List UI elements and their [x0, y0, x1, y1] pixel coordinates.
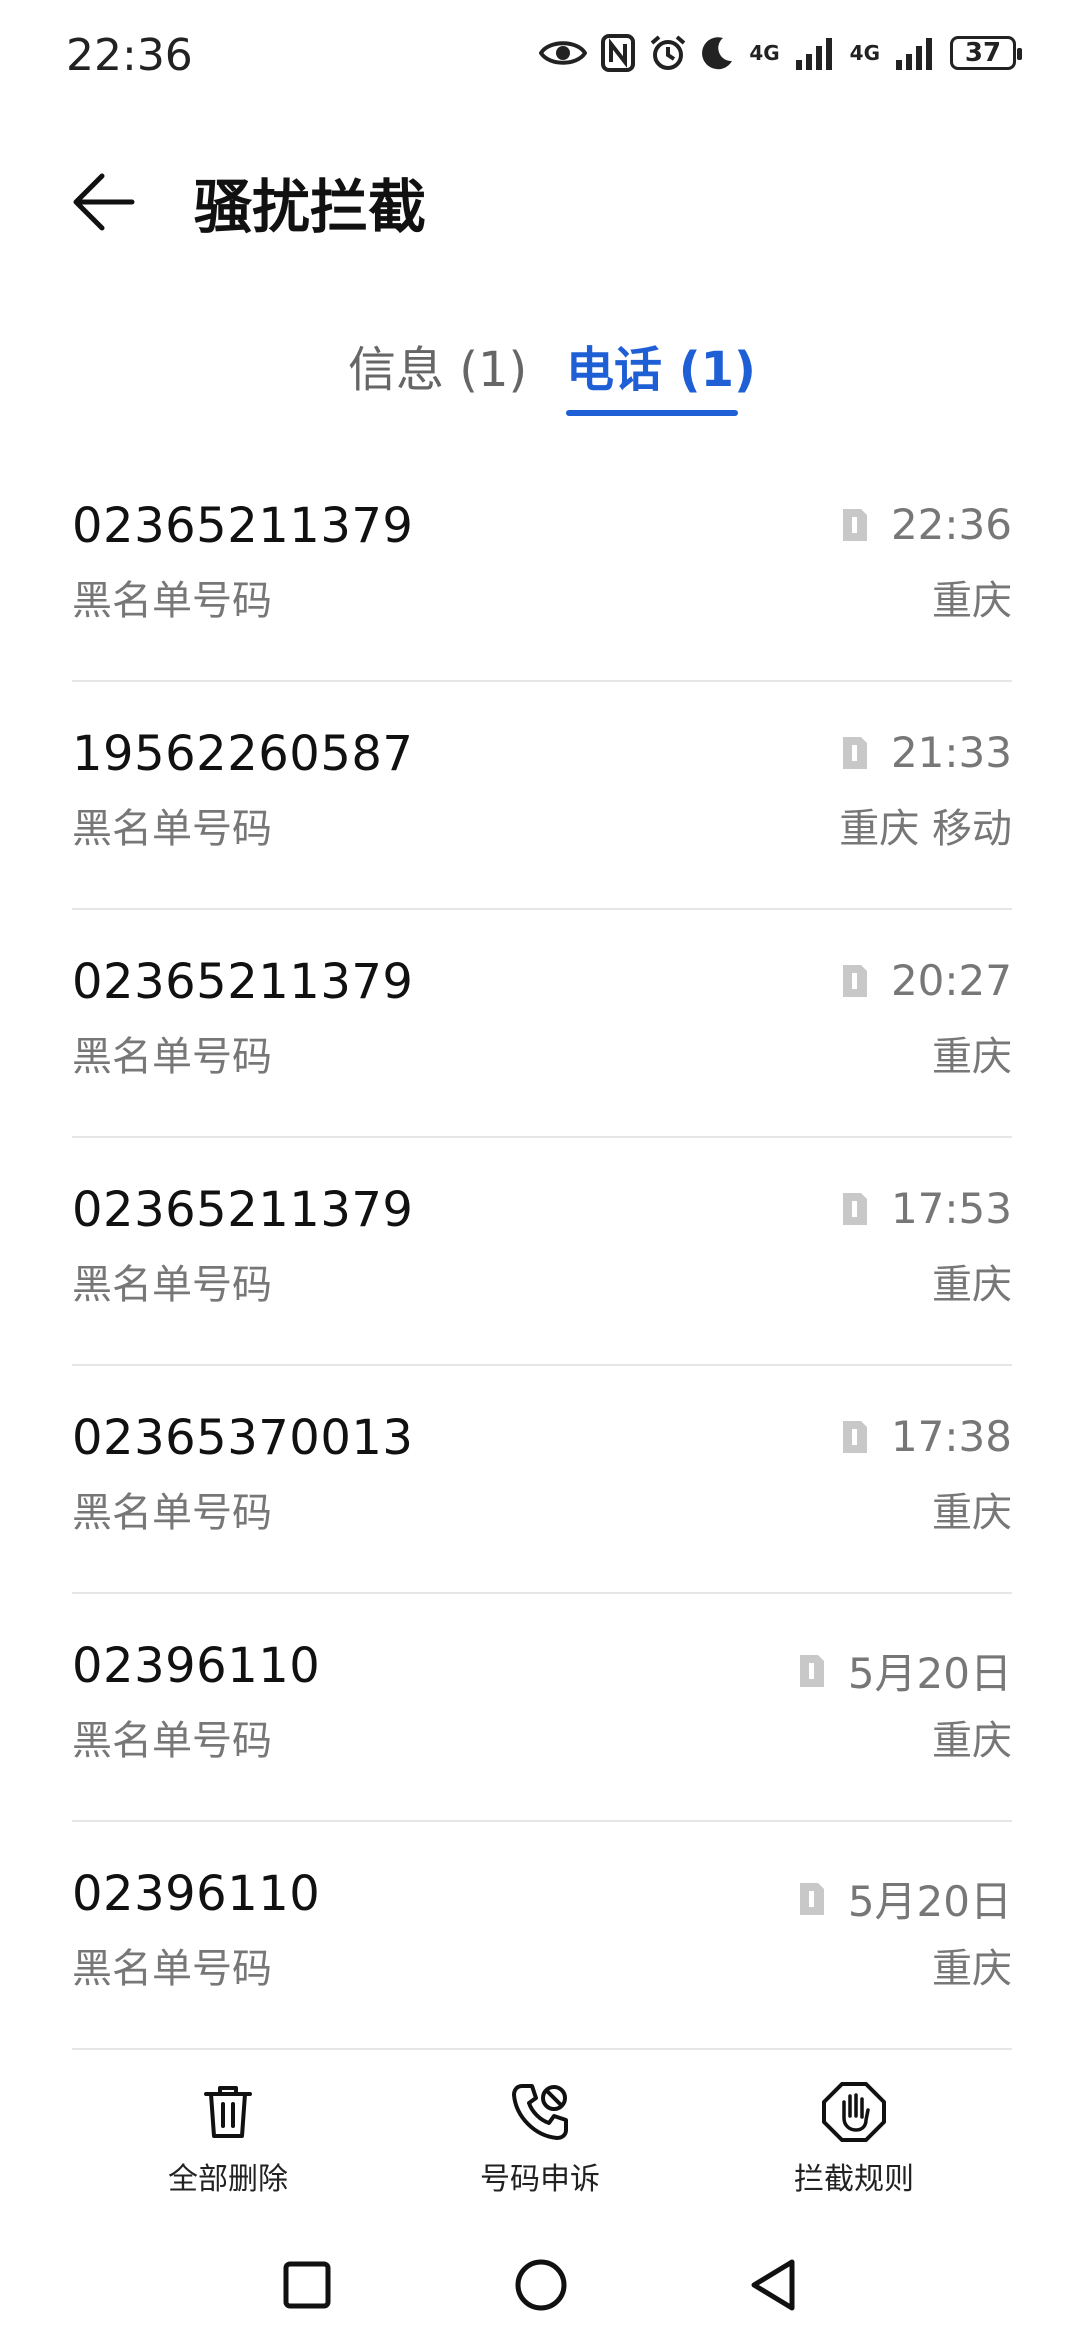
- signal-icon: [795, 38, 832, 70]
- header: 骚扰拦截: [0, 140, 1080, 260]
- call-location: 重庆: [932, 1490, 1012, 1536]
- call-time: 5月20日: [847, 1649, 1012, 1698]
- call-tag: 黑名单号码: [72, 1262, 272, 1308]
- page-title: 骚扰拦截: [194, 173, 427, 241]
- call-time: 21:33: [890, 728, 1012, 777]
- sim1-icon: [799, 1654, 824, 1687]
- call-tag: 黑名单号码: [72, 578, 272, 624]
- call-row[interactable]: 02396110 黑名单号码 5月20日 重庆: [72, 1822, 1012, 2050]
- call-tag: 黑名单号码: [72, 1034, 272, 1080]
- system-nav-bar: [0, 2250, 1080, 2340]
- sim1-icon: [842, 964, 867, 997]
- delete-all-label: 全部删除: [168, 2162, 288, 2197]
- home-icon[interactable]: [506, 2250, 576, 2320]
- call-tag: 黑名单号码: [72, 806, 272, 852]
- recent-apps-icon[interactable]: [272, 2250, 342, 2320]
- network-label-sim2: 4G: [849, 41, 880, 65]
- tab-calls[interactable]: 电话 (1): [566, 330, 756, 400]
- block-rules-button[interactable]: 拦截规则: [744, 2080, 964, 2198]
- moon-icon: [702, 37, 733, 70]
- call-number: 02365211379: [72, 1182, 414, 1238]
- call-row[interactable]: 02396110 黑名单号码 5月20日 重庆: [72, 1594, 1012, 1822]
- call-time-wrap: 17:38: [841, 1412, 1012, 1461]
- call-number: 02365211379: [72, 954, 414, 1010]
- call-location: 重庆 移动: [839, 806, 1012, 852]
- call-number: 02365370013: [72, 1410, 414, 1466]
- call-time-wrap: 20:27: [841, 956, 1012, 1005]
- page: 22:36 4G 4G 37 骚扰拦截 信息 (1) 电话 (1) 023652…: [0, 0, 1080, 2340]
- sim1-icon: [842, 736, 867, 769]
- sim1-icon: [842, 508, 867, 541]
- battery-level: 37: [964, 38, 1002, 68]
- call-time: 17:53: [890, 1184, 1012, 1233]
- delete-all-button[interactable]: 全部删除: [118, 2080, 338, 2198]
- back-button[interactable]: [68, 166, 140, 238]
- call-row[interactable]: 19562260587 黑名单号码 21:33 重庆 移动: [72, 682, 1012, 910]
- call-time: 20:27: [890, 956, 1012, 1005]
- block-rules-label: 拦截规则: [794, 2162, 914, 2197]
- call-tag: 黑名单号码: [72, 1718, 272, 1764]
- call-location: 重庆: [932, 1262, 1012, 1308]
- trash-icon: [204, 2086, 252, 2138]
- sim1-icon: [842, 1420, 867, 1453]
- call-time-wrap: 22:36: [841, 500, 1012, 549]
- eye-icon: [539, 41, 588, 65]
- call-tag: 黑名单号码: [72, 1490, 272, 1536]
- call-tag: 黑名单号码: [72, 1946, 272, 1992]
- network-label-sim1: 4G: [749, 41, 780, 65]
- call-row[interactable]: 02365211379 黑名单号码 22:36 重庆: [72, 454, 1012, 682]
- call-number: 19562260587: [72, 726, 414, 782]
- signal-icon: [896, 38, 932, 70]
- call-number: 02365211379: [72, 498, 414, 554]
- hand-stop-icon: [822, 2082, 886, 2142]
- status-time: 22:36: [66, 30, 193, 81]
- call-location: 重庆: [932, 1034, 1012, 1080]
- number-appeal-label: 号码申诉: [480, 2162, 600, 2197]
- sim1-icon: [842, 1192, 867, 1225]
- back-triangle-icon[interactable]: [740, 2250, 810, 2320]
- call-time-wrap: 5月20日: [798, 1640, 1012, 1701]
- call-time-wrap: 5月20日: [798, 1868, 1012, 1929]
- tab-active-indicator: [566, 410, 738, 416]
- sim1-icon: [799, 1882, 824, 1915]
- call-time: 17:38: [890, 1412, 1012, 1461]
- call-location: 重庆: [932, 1946, 1012, 1992]
- call-location: 重庆: [932, 578, 1012, 624]
- call-time: 22:36: [890, 500, 1012, 549]
- call-list: 02365211379 黑名单号码 22:36 重庆 19562260587 黑…: [72, 454, 1012, 2050]
- call-number: 02396110: [72, 1866, 321, 1922]
- alarm-icon: [651, 35, 686, 70]
- call-row[interactable]: 02365211379 黑名单号码 20:27 重庆: [72, 910, 1012, 1138]
- call-time: 5月20日: [847, 1877, 1012, 1926]
- phone-appeal-icon: [512, 2084, 568, 2140]
- bottom-action-bar: 全部删除 号码申诉 拦截规则: [0, 2080, 1080, 2210]
- call-row[interactable]: 02365370013 黑名单号码 17:38 重庆: [72, 1366, 1012, 1594]
- arrow-left-icon: [73, 173, 135, 231]
- status-bar: 22:36 4G 4G 37: [0, 0, 1080, 120]
- tab-bar: 信息 (1) 电话 (1): [0, 330, 1080, 430]
- tab-messages[interactable]: 信息 (1): [348, 330, 527, 400]
- call-number: 02396110: [72, 1638, 321, 1694]
- battery-icon: 37: [950, 36, 1022, 70]
- number-appeal-button[interactable]: 号码申诉: [430, 2080, 650, 2198]
- call-location: 重庆: [932, 1718, 1012, 1764]
- call-row[interactable]: 02365211379 黑名单号码 17:53 重庆: [72, 1138, 1012, 1366]
- status-icons: 4G 4G 37: [539, 34, 1022, 72]
- call-time-wrap: 21:33: [841, 728, 1012, 777]
- nfc-icon: [601, 34, 636, 72]
- call-time-wrap: 17:53: [841, 1184, 1012, 1233]
